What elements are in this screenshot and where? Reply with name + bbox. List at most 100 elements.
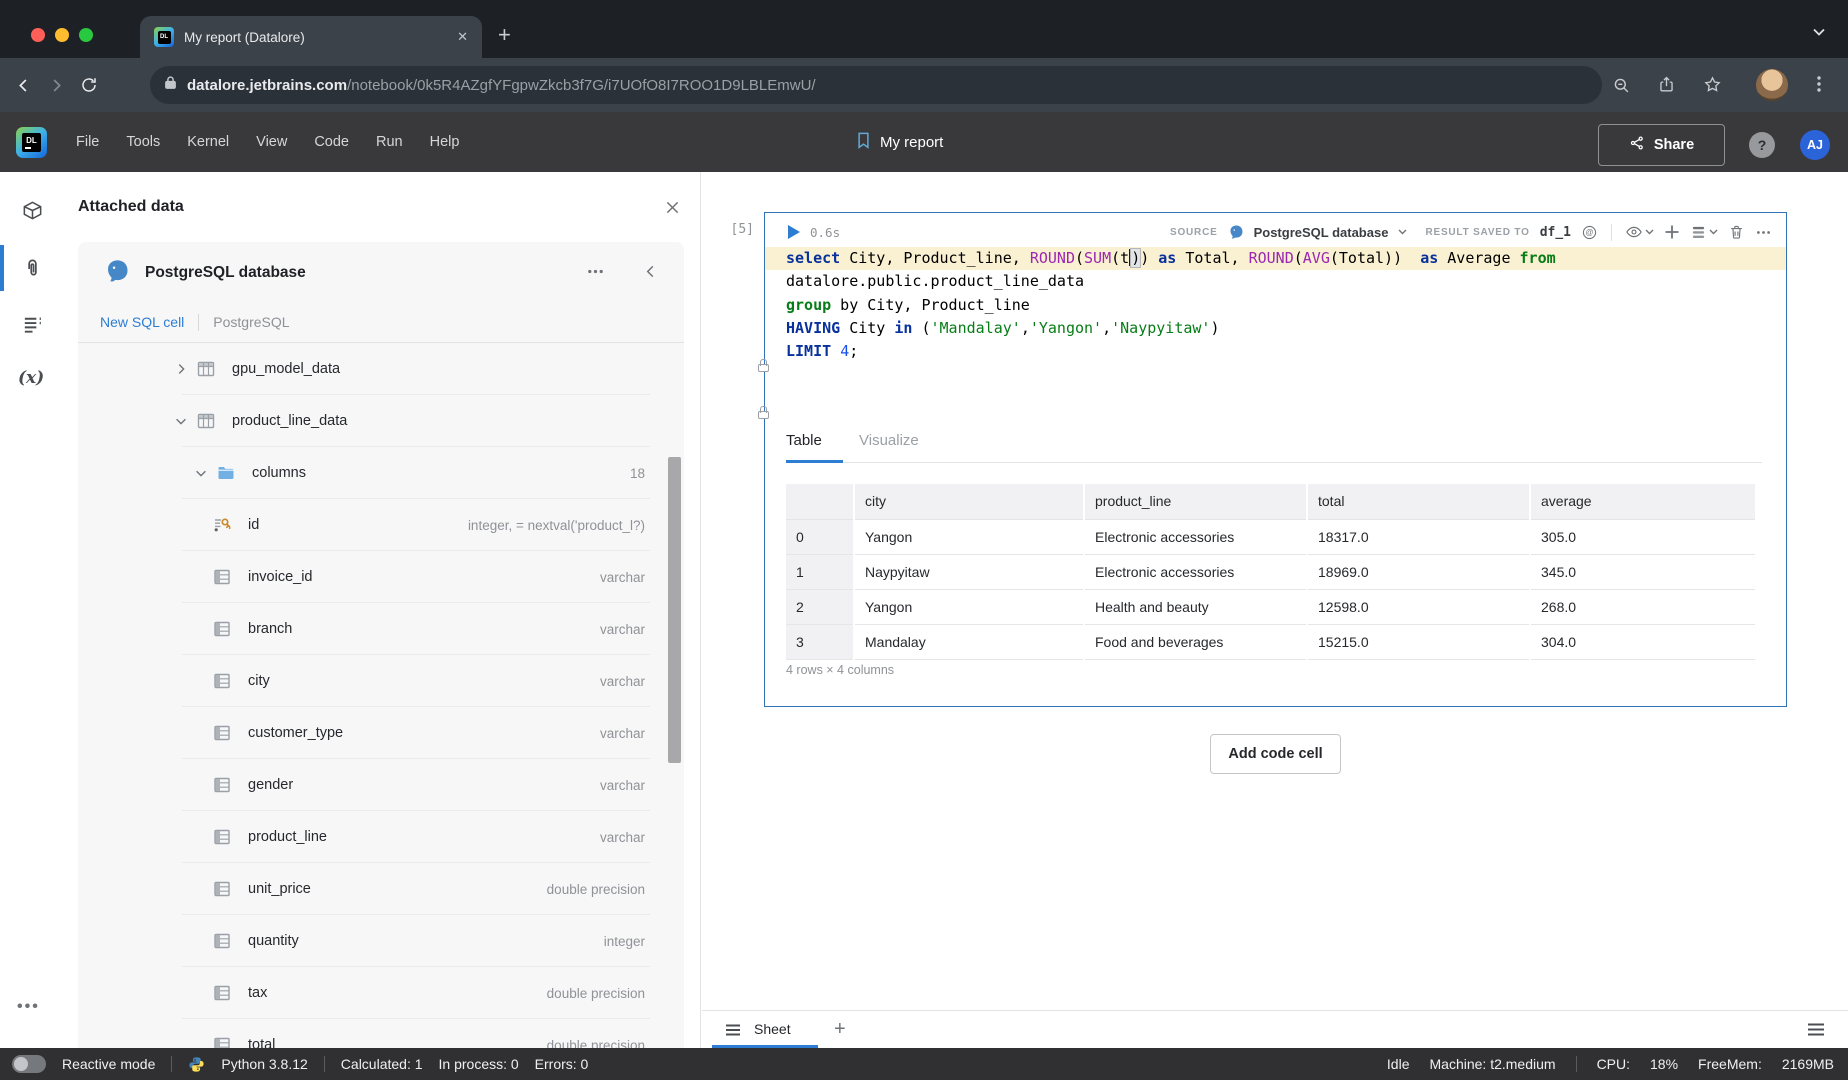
back-icon[interactable] xyxy=(14,76,33,95)
menu-help[interactable]: Help xyxy=(430,134,460,150)
tree-row-product_line_data[interactable]: product_line_data xyxy=(78,395,684,447)
tree-row-gender[interactable]: gendervarchar xyxy=(78,759,684,811)
share-page-icon[interactable] xyxy=(1657,75,1676,94)
table-row[interactable]: 3MandalayFood and beverages15215.0304.0 xyxy=(786,624,1756,659)
column-icon xyxy=(212,983,234,1003)
tree-row-product_line[interactable]: product_linevarchar xyxy=(78,811,684,863)
window-minimize-button[interactable] xyxy=(55,28,69,42)
database-name: PostgreSQL database xyxy=(145,264,306,282)
sheet-list-icon[interactable] xyxy=(1808,1023,1824,1041)
code-line-4[interactable]: HAVING City in ('Mandalay','Yangon','Nay… xyxy=(765,317,1786,340)
result-column-header[interactable]: average xyxy=(1530,484,1756,519)
code-token: (t xyxy=(1111,249,1129,267)
rail-more-icon[interactable]: ••• xyxy=(17,998,40,1016)
forward-icon[interactable] xyxy=(47,76,66,95)
menu-code[interactable]: Code xyxy=(314,134,349,150)
add-sheet-icon[interactable]: + xyxy=(834,1018,846,1041)
tree-row-quantity[interactable]: quantityinteger xyxy=(78,915,684,967)
tab-visualize[interactable]: Visualize xyxy=(859,432,919,449)
tree-row-customer_type[interactable]: customer_typevarchar xyxy=(78,707,684,759)
code-token: from xyxy=(1520,249,1556,267)
divider xyxy=(198,314,199,331)
add-code-cell-button[interactable]: Add code cell xyxy=(1210,734,1341,774)
tree-row-columns[interactable]: columns18 xyxy=(78,447,684,499)
close-panel-icon[interactable] xyxy=(665,200,680,220)
window-maximize-button[interactable] xyxy=(79,28,93,42)
python-version[interactable]: Python 3.8.12 xyxy=(221,1056,307,1072)
window-close-button[interactable] xyxy=(31,28,45,42)
reload-icon[interactable] xyxy=(80,76,98,94)
sheet-menu-icon[interactable] xyxy=(726,1023,740,1041)
database-more-icon[interactable] xyxy=(586,262,605,286)
add-icon[interactable] xyxy=(1664,224,1680,240)
table-row[interactable]: 2YangonHealth and beauty12598.0268.0 xyxy=(786,589,1756,624)
tree-row-branch[interactable]: branchvarchar xyxy=(78,603,684,655)
run-cell-icon[interactable] xyxy=(788,225,800,239)
tab-close-icon[interactable]: ✕ xyxy=(457,29,468,45)
tree-row-tax[interactable]: taxdouble precision xyxy=(78,967,684,1019)
tree-row-city[interactable]: cityvarchar xyxy=(78,655,684,707)
code-line-1[interactable]: select City, Product_line, ROUND(SUM(t))… xyxy=(765,247,1786,270)
zoom-indicator-icon[interactable] xyxy=(1612,76,1631,95)
source-selector[interactable]: PostgreSQL database xyxy=(1254,225,1389,240)
result-column-header[interactable]: total xyxy=(1307,484,1530,519)
visibility-icon[interactable] xyxy=(1625,223,1654,241)
table-row[interactable]: 0YangonElectronic accessories18317.0305.… xyxy=(786,519,1756,554)
menu-tools[interactable]: Tools xyxy=(126,134,160,150)
help-button[interactable]: ? xyxy=(1749,132,1775,158)
at-icon[interactable]: @ xyxy=(1581,224,1598,241)
menu-view[interactable]: View xyxy=(256,134,287,150)
bookmark-star-icon[interactable] xyxy=(1703,75,1722,94)
chevron-right-icon[interactable] xyxy=(174,362,194,376)
postgresql-link[interactable]: PostgreSQL xyxy=(213,314,289,330)
sidebar-scrollbar[interactable] xyxy=(668,457,681,763)
tree-row-invoice_id[interactable]: invoice_idvarchar xyxy=(78,551,684,603)
share-button[interactable]: Share xyxy=(1598,124,1725,166)
url-bar[interactable]: datalore.jetbrains.com/notebook/0k5R4AZg… xyxy=(150,66,1602,104)
browser-menu-icon[interactable] xyxy=(1810,74,1828,94)
browser-tab[interactable]: DL My report (Datalore) ✕ xyxy=(140,16,482,58)
chevron-down-icon[interactable] xyxy=(1812,24,1826,42)
menu-file[interactable]: File xyxy=(76,134,99,150)
result-column-header[interactable] xyxy=(786,484,854,519)
browser-profile-avatar[interactable] xyxy=(1756,69,1788,101)
svg-text:@: @ xyxy=(1586,228,1594,237)
run-time: 0.6s xyxy=(810,225,840,240)
table-of-contents-icon[interactable] xyxy=(21,313,44,341)
code-editor[interactable]: select City, Product_line, ROUND(SUM(t))… xyxy=(765,247,1786,363)
tree-row-id[interactable]: idinteger, = nextval('product_l?) xyxy=(78,499,684,551)
table-row[interactable]: 1NaypyitawElectronic accessories18969.03… xyxy=(786,554,1756,589)
menu-kernel[interactable]: Kernel xyxy=(187,134,229,150)
code-line-3[interactable]: group by City, Product_line xyxy=(765,294,1786,317)
layers-icon[interactable] xyxy=(1690,224,1718,241)
reactive-mode-toggle[interactable] xyxy=(12,1055,46,1073)
variables-icon[interactable]: (x) xyxy=(18,368,44,388)
new-tab-button[interactable]: + xyxy=(498,24,511,46)
machine-type[interactable]: Machine: t2.medium xyxy=(1430,1056,1556,1072)
datalore-logo[interactable]: DL xyxy=(16,127,47,158)
chevron-down-icon[interactable] xyxy=(1398,229,1407,235)
more-icon[interactable] xyxy=(1755,224,1772,241)
menu-run[interactable]: Run xyxy=(376,134,403,150)
code-token: by City, Product_line xyxy=(831,296,1030,314)
trash-icon[interactable] xyxy=(1728,224,1745,241)
result-column-header[interactable]: city xyxy=(854,484,1084,519)
tree-row-gpu_model_data[interactable]: gpu_model_data xyxy=(78,343,684,395)
chevron-down-icon[interactable] xyxy=(174,414,194,428)
tab-table[interactable]: Table xyxy=(786,432,822,449)
user-avatar[interactable]: AJ xyxy=(1800,130,1830,160)
sql-cell[interactable]: 0.6s SOURCE PostgreSQL database RESULT S… xyxy=(764,212,1787,707)
result-column-header[interactable]: product_line xyxy=(1084,484,1307,519)
collapse-card-icon[interactable] xyxy=(643,264,658,284)
cell-handle-icon[interactable] xyxy=(758,364,769,372)
attached-data-icon[interactable] xyxy=(21,257,44,285)
new-sql-cell-link[interactable]: New SQL cell xyxy=(100,314,184,330)
code-line-2[interactable]: datalore.public.product_line_data xyxy=(765,270,1786,293)
packages-icon[interactable] xyxy=(21,199,44,227)
cell-handle-icon[interactable] xyxy=(758,411,769,419)
result-dataframe-name[interactable]: df_1 xyxy=(1540,225,1571,240)
tree-row-unit_price[interactable]: unit_pricedouble precision xyxy=(78,863,684,915)
sheet-tab[interactable]: Sheet xyxy=(754,1021,791,1037)
code-line-5[interactable]: LIMIT 4; xyxy=(765,340,1786,363)
chevron-down-icon[interactable] xyxy=(194,466,214,480)
